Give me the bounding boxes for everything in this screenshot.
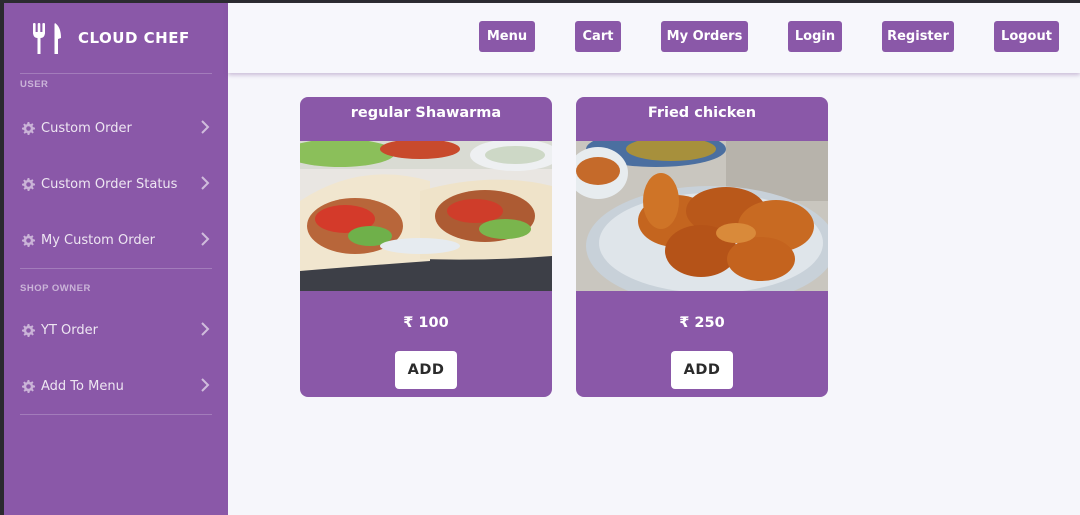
menu-button[interactable]: Menu [479, 21, 535, 52]
sidebar-item-custom-order[interactable]: Custom Order [4, 100, 228, 156]
sidebar-item-label: Add To Menu [41, 378, 124, 394]
sidebar-item-custom-order-status[interactable]: Custom Order Status [4, 156, 228, 212]
shawarma-photo [300, 141, 552, 291]
sidebar-item-my-custom-order[interactable]: My Custom Order [4, 212, 228, 268]
cart-button[interactable]: Cart [575, 21, 621, 52]
logout-button[interactable]: Logout [994, 21, 1059, 52]
brand-name: CLOUD CHEF [78, 29, 190, 47]
chevron-right-icon [201, 120, 210, 134]
product-name: regular Shawarma [350, 105, 502, 121]
brand[interactable]: CLOUD CHEF [4, 3, 228, 73]
sidebar-item-add-to-menu[interactable]: Add To Menu [4, 358, 228, 414]
sidebar-item-label: YT Order [41, 322, 98, 338]
gear-icon [22, 121, 35, 135]
product-price: ₹ 100 [403, 315, 449, 331]
gear-icon [22, 233, 35, 247]
product-name: Fried chicken [647, 105, 757, 121]
gear-icon [22, 323, 35, 337]
sidebar-item-yt-order[interactable]: YT Order [4, 302, 228, 358]
product-price: ₹ 250 [679, 315, 725, 331]
sidebar-divider [20, 414, 212, 415]
chevron-right-icon [201, 378, 210, 392]
main-content: Menu Cart My Orders Login Register Logou… [228, 3, 1080, 515]
section-label-shop-owner: SHOP OWNER [20, 283, 91, 294]
sidebar: CLOUD CHEF USER Custom Order Custom Orde… [4, 3, 228, 515]
fried-chicken-photo [576, 141, 828, 291]
product-card: Fried chicken ₹ 250 ADD [576, 97, 828, 397]
section-label-user: USER [20, 79, 49, 90]
chevron-right-icon [201, 322, 210, 336]
sidebar-item-label: Custom Order [41, 120, 132, 136]
add-to-cart-button[interactable]: ADD [395, 351, 457, 389]
register-button[interactable]: Register [882, 21, 954, 52]
chevron-right-icon [201, 232, 210, 246]
top-navbar: Menu Cart My Orders Login Register Logou… [228, 3, 1080, 73]
login-button[interactable]: Login [788, 21, 842, 52]
gear-icon [22, 379, 35, 393]
sidebar-item-label: My Custom Order [41, 232, 155, 248]
my-orders-button[interactable]: My Orders [661, 21, 748, 52]
sidebar-item-label: Custom Order Status [41, 176, 178, 192]
fork-knife-icon [33, 23, 61, 54]
product-card: regular Shawarma ₹ 100 ADD [300, 97, 552, 397]
add-to-cart-button[interactable]: ADD [671, 351, 733, 389]
gear-icon [22, 177, 35, 191]
chevron-right-icon [201, 176, 210, 190]
